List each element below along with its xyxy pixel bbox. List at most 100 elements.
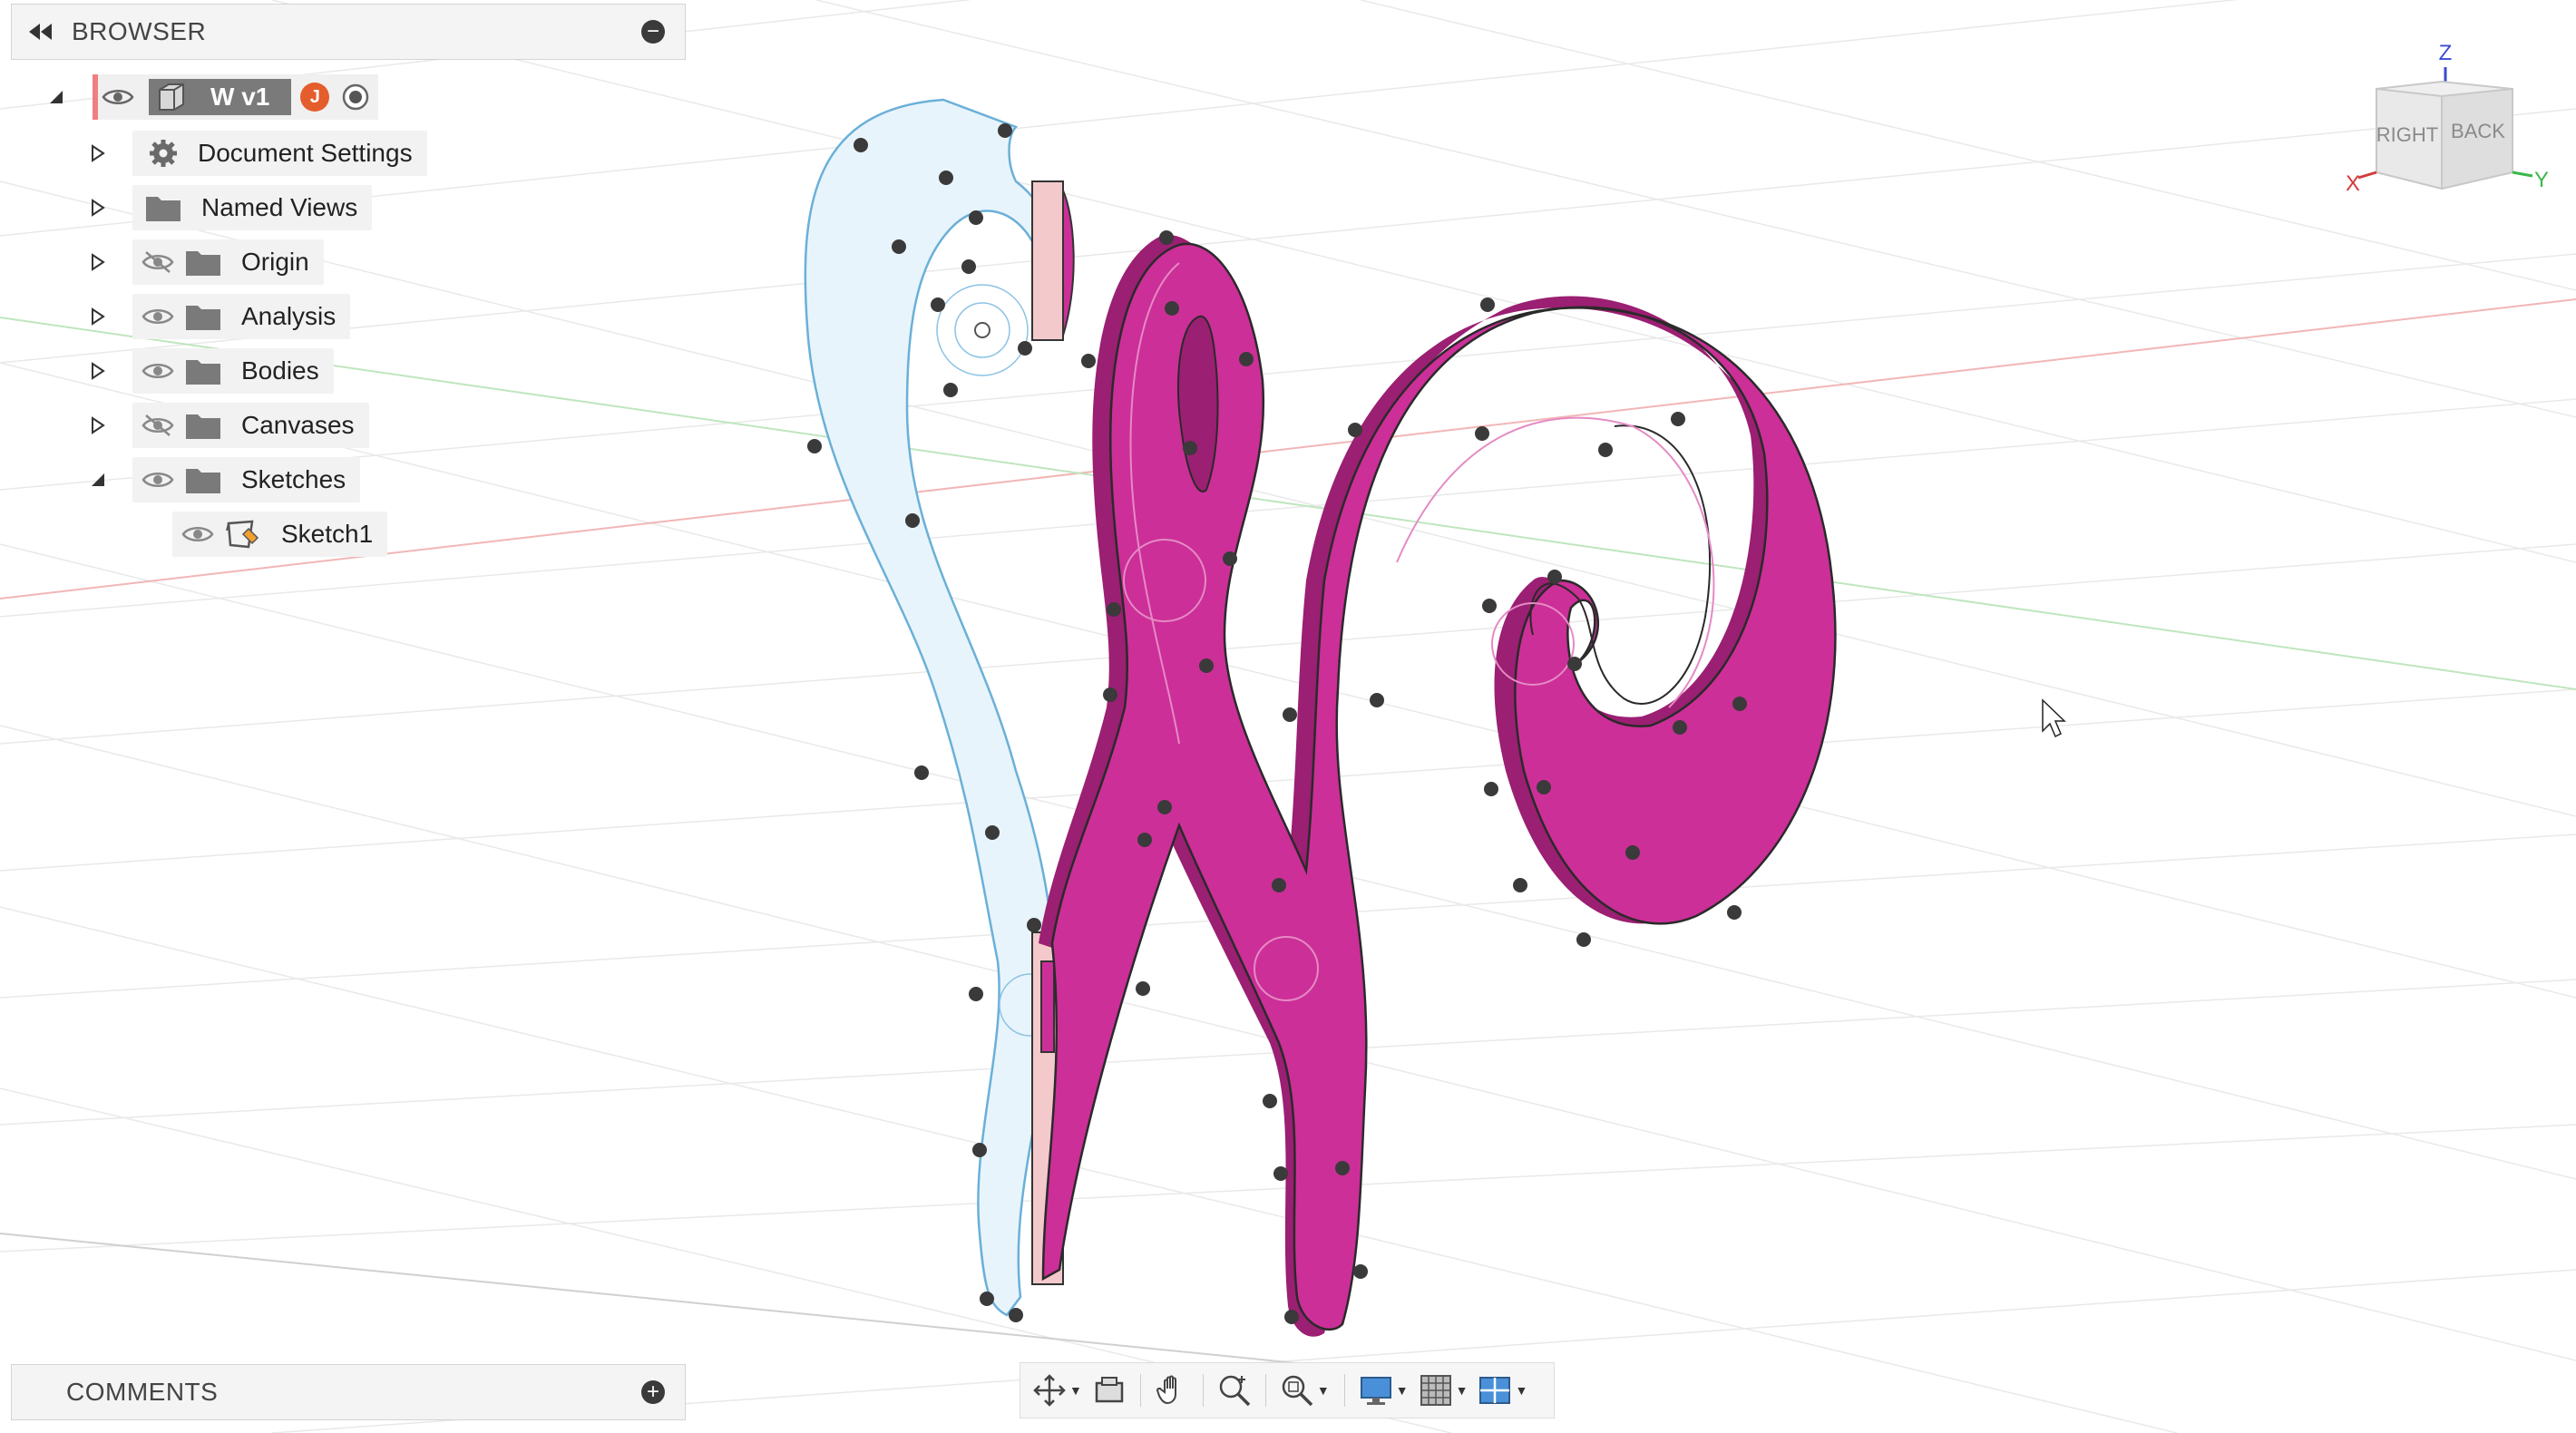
eye-hidden-icon[interactable]	[138, 248, 178, 277]
tree-item-document-settings[interactable]: Document Settings	[82, 131, 427, 176]
eye-icon[interactable]	[138, 356, 178, 385]
w-body[interactable]	[1039, 235, 1837, 1337]
look-at-button[interactable]	[1088, 1369, 1131, 1412]
display-dropdown-caret[interactable]: ▼	[1396, 1383, 1409, 1398]
expanded-triangle-icon	[50, 91, 63, 103]
tree-item-label: Analysis	[241, 302, 337, 330]
component-name: W v1	[210, 83, 270, 111]
expand-toggle[interactable]	[82, 409, 114, 442]
expand-triangle-icon	[92, 362, 105, 380]
origin-node[interactable]: Origin	[132, 239, 324, 285]
grid-dropdown-caret[interactable]: ▼	[1456, 1383, 1469, 1398]
expand-triangle-icon	[92, 144, 105, 162]
look-at-icon	[1095, 1377, 1124, 1403]
eye-icon[interactable]	[138, 465, 178, 494]
browser-title: BROWSER	[72, 17, 207, 45]
folder-icon	[183, 411, 223, 440]
sketch1-node[interactable]: Sketch1	[172, 512, 388, 557]
grid-button[interactable]	[1414, 1369, 1458, 1412]
sketch-profile[interactable]	[804, 98, 1075, 1317]
tree-item-origin[interactable]: Origin	[82, 239, 324, 285]
expand-triangle-icon	[92, 416, 105, 434]
orbit-button[interactable]	[1028, 1369, 1071, 1412]
visibility-eye-icon[interactable]	[98, 83, 138, 112]
tree-item-sketch1[interactable]: Sketch1	[172, 512, 388, 557]
activate-radio-icon[interactable]	[340, 82, 371, 112]
expand-triangle-icon	[92, 307, 105, 326]
comments-panel-header[interactable]: COMMENTS +	[11, 1364, 686, 1420]
folder-icon	[183, 356, 223, 385]
tree-item-label: Origin	[241, 248, 309, 276]
viewports-dropdown-caret[interactable]: ▼	[1515, 1383, 1527, 1398]
tree-item-sketches[interactable]: Sketches	[82, 457, 361, 502]
folder-icon	[183, 248, 223, 277]
tree-item-label: Sketch1	[281, 520, 374, 548]
analysis-node[interactable]: Analysis	[132, 294, 351, 339]
tree-item-canvases[interactable]: Canvases	[82, 403, 369, 448]
tree-item-label: Bodies	[241, 356, 319, 385]
collapse-toggle[interactable]	[82, 463, 114, 496]
folder-icon	[183, 302, 223, 331]
mouse-cursor	[2042, 698, 2066, 738]
sketches-node[interactable]: Sketches	[132, 457, 361, 502]
display-settings-button[interactable]	[1354, 1369, 1398, 1412]
zoom-icon	[1219, 1375, 1251, 1407]
zoom-button[interactable]	[1213, 1369, 1256, 1412]
grid-icon	[1420, 1375, 1451, 1406]
y-axis-line	[0, 317, 2576, 690]
expand-toggle[interactable]	[82, 137, 114, 170]
tree-item-label: Named Views	[201, 193, 358, 221]
double-chevron-left-icon	[29, 24, 52, 40]
pan-icon	[1156, 1375, 1176, 1405]
zoom-dropdown-caret[interactable]: ▼	[1317, 1383, 1330, 1398]
tree-item-label: Canvases	[241, 411, 355, 439]
tree-item-analysis[interactable]: Analysis	[82, 294, 351, 339]
tree-root-row[interactable]: W v1 J	[40, 74, 379, 120]
expand-toggle[interactable]	[82, 191, 114, 224]
collapse-panel-button[interactable]	[23, 14, 59, 50]
expand-triangle-icon	[92, 199, 105, 217]
folder-icon	[143, 193, 183, 222]
3d-viewport[interactable]	[0, 0, 2576, 1433]
expand-toggle[interactable]	[82, 300, 114, 333]
expand-toggle[interactable]	[82, 355, 114, 387]
sketch-icon	[223, 520, 263, 549]
document-settings-node[interactable]: Document Settings	[132, 131, 427, 176]
collapse-root-toggle[interactable]	[40, 81, 73, 113]
bodies-node[interactable]: Bodies	[132, 348, 334, 394]
user-badge: J	[300, 83, 330, 112]
pan-button[interactable]	[1150, 1369, 1194, 1412]
right-face-label[interactable]: RIGHT	[2376, 123, 2438, 146]
component-name-box[interactable]: W v1	[149, 79, 292, 115]
viewports-button[interactable]	[1473, 1369, 1517, 1412]
eye-icon[interactable]	[138, 302, 178, 331]
tree-item-label: Sketches	[241, 465, 346, 493]
eye-hidden-icon[interactable]	[138, 411, 178, 440]
component-box-icon	[159, 83, 184, 111]
fit-icon	[1282, 1375, 1313, 1407]
z-axis-label: Z	[2439, 41, 2453, 65]
fit-button[interactable]	[1275, 1369, 1319, 1412]
browser-panel-header: BROWSER −	[11, 4, 686, 60]
orbit-dropdown-caret[interactable]: ▼	[1069, 1383, 1082, 1398]
expand-toggle[interactable]	[82, 246, 114, 278]
named-views-node[interactable]: Named Views	[132, 185, 373, 230]
y-axis-label: Y	[2534, 168, 2549, 192]
minimize-browser-button[interactable]: −	[641, 20, 665, 44]
view-cube[interactable]: Z RIGHT BACK X Y	[2340, 36, 2558, 218]
comments-title: COMMENTS	[66, 1378, 219, 1406]
expand-triangle-icon	[92, 253, 105, 271]
folder-icon	[183, 465, 223, 494]
navigation-toolbar: ▼ ▼ ▼ ▼ ▼	[1020, 1362, 1555, 1418]
root-component[interactable]: W v1 J	[93, 74, 379, 120]
display-settings-icon	[1360, 1377, 1391, 1405]
canvases-node[interactable]: Canvases	[132, 403, 369, 448]
viewports-icon	[1479, 1377, 1511, 1404]
eye-icon[interactable]	[178, 520, 218, 549]
expanded-triangle-icon	[92, 473, 104, 486]
tree-item-named-views[interactable]: Named Views	[82, 185, 373, 230]
tree-item-bodies[interactable]: Bodies	[82, 348, 334, 394]
back-face-label[interactable]: BACK	[2451, 120, 2505, 142]
add-comment-button[interactable]: +	[641, 1380, 665, 1404]
x-axis-label: X	[2346, 171, 2360, 196]
